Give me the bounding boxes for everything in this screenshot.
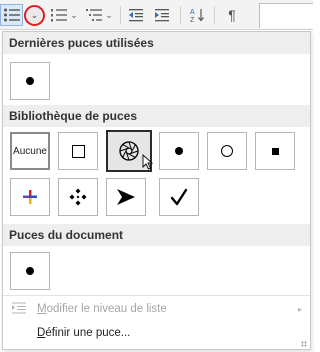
show-formatting-button[interactable]: ¶ [220,4,244,26]
arrowhead-bullet-icon [117,189,135,205]
filled-circle-bullet-icon [175,147,183,155]
styles-gallery[interactable] [259,3,313,28]
ribbon-separator [120,6,121,24]
change-list-level-accesskey: M [37,303,47,315]
bullets-dropdown-button[interactable]: ⌄ [24,5,45,26]
recent-bullet-filled-circle[interactable] [10,62,50,100]
chevron-down-icon: ⌄ [70,9,78,20]
filled-square-bullet-icon [271,147,279,155]
mouse-cursor-icon [142,154,154,170]
aperture-bullet-icon [119,141,139,161]
document-bullet-filled-circle[interactable] [10,252,50,290]
svg-text:A: A [190,9,195,16]
sort-icon: A Z [190,9,204,23]
bullet-checkmark-option[interactable] [159,178,199,216]
bullet-arrowhead-option[interactable] [106,178,146,216]
color-plus-bullet-icon [23,190,37,204]
ribbon-separator [180,6,181,24]
ribbon-toolbar: ⌄ ⌄ ⌄ A Z ¶ [0,0,313,30]
change-list-level-text: odifier le niveau de liste [46,303,167,315]
increase-indent-icon [155,9,169,22]
bullets-icon [3,8,20,22]
checkmark-bullet-icon [170,188,188,206]
bullet-library-header: Bibliothèque de puces [3,105,310,127]
list-level-icon [12,302,26,314]
define-bullet-menu-item[interactable]: Définir une puce... [3,321,310,345]
bullet-filled-circle-option[interactable] [159,132,199,170]
filled-circle-bullet-icon [26,77,34,85]
change-list-level-menu-item[interactable]: Modifier le niveau de liste ▸ [3,297,310,321]
bullet-aperture-option[interactable] [106,130,154,172]
chevron-down-icon: ⌄ [30,10,39,20]
numbering-button[interactable]: ⌄ [48,4,80,26]
hollow-square-bullet-icon [71,144,85,158]
bullet-hollow-circle-option[interactable] [207,132,247,170]
chevron-down-icon: ⌄ [105,9,113,20]
four-diamond-bullet-icon [69,188,87,206]
bullet-library-dropdown: Dernières puces utilisées Bibliothèque d… [2,31,311,350]
define-bullet-label: Définir une puce... [37,327,130,339]
submenu-arrow-icon: ▸ [297,304,302,314]
bullet-none-option[interactable]: Aucune [10,132,50,170]
menu-divider [3,295,310,296]
bullet-color-plus-option[interactable] [10,178,50,216]
pilcrow-icon: ¶ [228,7,236,23]
multilevel-list-button[interactable]: ⌄ [82,4,116,26]
sort-button[interactable]: A Z [186,4,210,26]
change-list-level-label: Modifier le niveau de liste [37,303,167,315]
decrease-indent-button[interactable] [124,4,148,26]
resize-grip-icon[interactable] [301,341,307,347]
ribbon-separator [214,6,215,24]
recent-bullets-header: Dernières puces utilisées [3,32,310,54]
bullet-hollow-square-option[interactable] [58,132,98,170]
bullets-button[interactable] [0,4,23,26]
multilevel-list-icon [86,9,103,21]
define-bullet-text: éfinir une puce... [45,327,131,339]
none-label: Aucune [13,145,47,157]
filled-circle-bullet-icon [26,267,34,275]
hollow-circle-bullet-icon [221,145,233,157]
svg-text:Z: Z [190,17,195,23]
increase-indent-button[interactable] [150,4,174,26]
bullet-filled-square-option[interactable] [255,132,295,170]
numbering-icon [51,9,68,22]
decrease-indent-icon [129,9,143,22]
document-bullets-header: Puces du document [3,224,310,246]
bullet-four-diamond-option[interactable] [58,178,98,216]
